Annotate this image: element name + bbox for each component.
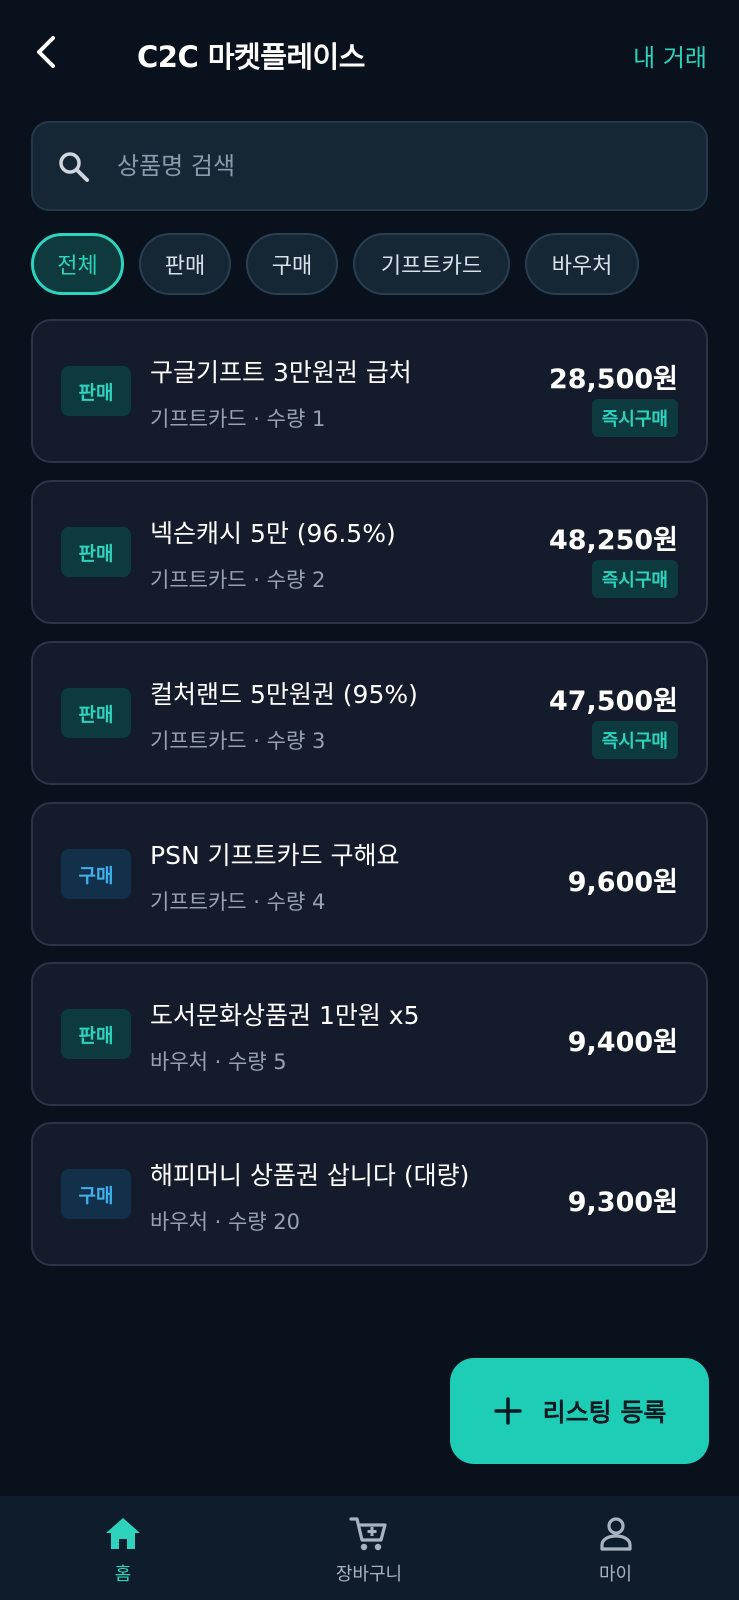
listing-title: 구글기프트 3만원권 급처 — [150, 358, 412, 387]
create-listing-button[interactable]: 리스팅 등록 — [450, 1358, 709, 1464]
listing-meta: 바우처 · 수량 20 — [150, 1210, 301, 1234]
listing-type-badge: 구매 — [61, 849, 131, 899]
back-button[interactable] — [28, 32, 64, 72]
listing-card[interactable]: 판매 넥슨캐시 5만 (96.5%) 기프트카드 · 수량 2 48,250원 … — [31, 480, 708, 624]
listing-type-badge: 판매 — [61, 527, 131, 577]
instant-buy-badge[interactable]: 즉시구매 — [591, 560, 678, 598]
my-trades-link[interactable]: 내 거래 — [633, 38, 707, 73]
page-title: C2C 마켓플레이스 — [137, 40, 365, 74]
filter-chip-voucher[interactable]: 바우처 — [525, 233, 639, 295]
listing-card[interactable]: 판매 구글기프트 3만원권 급처 기프트카드 · 수량 1 28,500원 즉시… — [31, 319, 708, 463]
app-root: C2C 마켓플레이스 내 거래 전체 판매 구매 기프트카드 바우처 판매 구글… — [0, 0, 739, 1600]
listing-card[interactable]: 구매 PSN 기프트카드 구해요 기프트카드 · 수량 4 9,600원 — [31, 802, 708, 946]
listing-meta: 기프트카드 · 수량 2 — [150, 568, 326, 592]
chevron-left-icon — [37, 36, 55, 68]
bottom-navigation: 홈 장바구니 마이 — [0, 1496, 739, 1600]
cart-icon — [349, 1517, 387, 1551]
listing-price: 47,500원 — [548, 686, 678, 717]
filter-chip-giftcard[interactable]: 기프트카드 — [353, 233, 510, 295]
listing-price: 9,400원 — [567, 1027, 678, 1058]
filter-chip-buy[interactable]: 구매 — [246, 233, 338, 295]
create-listing-label: 리스팅 등록 — [542, 1398, 667, 1427]
listing-title: 해피머니 상품권 삽니다 (대량) — [150, 1161, 470, 1190]
listing-price: 9,300원 — [567, 1187, 678, 1218]
search-input[interactable] — [117, 141, 677, 191]
listing-meta: 바우처 · 수량 5 — [150, 1050, 287, 1074]
listing-title: 도서문화상품권 1만원 x5 — [150, 1001, 420, 1030]
search-icon — [59, 152, 89, 182]
listing-price: 28,500원 — [548, 364, 678, 395]
app-header: C2C 마켓플레이스 내 거래 — [0, 0, 739, 110]
instant-buy-badge[interactable]: 즉시구매 — [591, 399, 678, 437]
listing-type-badge: 판매 — [61, 688, 131, 738]
listing-price: 48,250원 — [548, 525, 678, 556]
listing-card[interactable]: 판매 컬처랜드 5만원권 (95%) 기프트카드 · 수량 3 47,500원 … — [31, 641, 708, 785]
listing-title: PSN 기프트카드 구해요 — [150, 841, 400, 870]
instant-buy-badge[interactable]: 즉시구매 — [591, 721, 678, 759]
listing-meta: 기프트카드 · 수량 1 — [150, 407, 326, 431]
nav-home[interactable]: 홈 — [0, 1496, 246, 1600]
nav-my[interactable]: 마이 — [492, 1496, 739, 1600]
search-bar[interactable] — [31, 121, 708, 211]
listing-type-badge: 판매 — [61, 366, 131, 416]
listing-title: 컬처랜드 5만원권 (95%) — [150, 680, 418, 709]
listing-type-badge: 판매 — [61, 1009, 131, 1059]
nav-cart-label: 장바구니 — [335, 1564, 403, 1585]
listing-type-badge: 구매 — [61, 1169, 131, 1219]
nav-cart[interactable]: 장바구니 — [246, 1496, 492, 1600]
home-icon — [106, 1518, 140, 1549]
person-icon — [599, 1517, 632, 1551]
listing-price: 9,600원 — [567, 867, 678, 898]
nav-my-label: 마이 — [598, 1564, 633, 1585]
filter-chip-all[interactable]: 전체 — [31, 233, 124, 295]
listing-meta: 기프트카드 · 수량 4 — [150, 890, 326, 914]
listing-card[interactable]: 구매 해피머니 상품권 삽니다 (대량) 바우처 · 수량 20 9,300원 — [31, 1122, 708, 1266]
listing-title: 넥슨캐시 5만 (96.5%) — [150, 519, 396, 548]
listing-meta: 기프트카드 · 수량 3 — [150, 729, 326, 753]
nav-home-label: 홈 — [114, 1564, 132, 1585]
filter-chip-sell[interactable]: 판매 — [139, 233, 231, 295]
plus-icon — [493, 1397, 522, 1425]
listing-card[interactable]: 판매 도서문화상품권 1만원 x5 바우처 · 수량 5 9,400원 — [31, 962, 708, 1106]
